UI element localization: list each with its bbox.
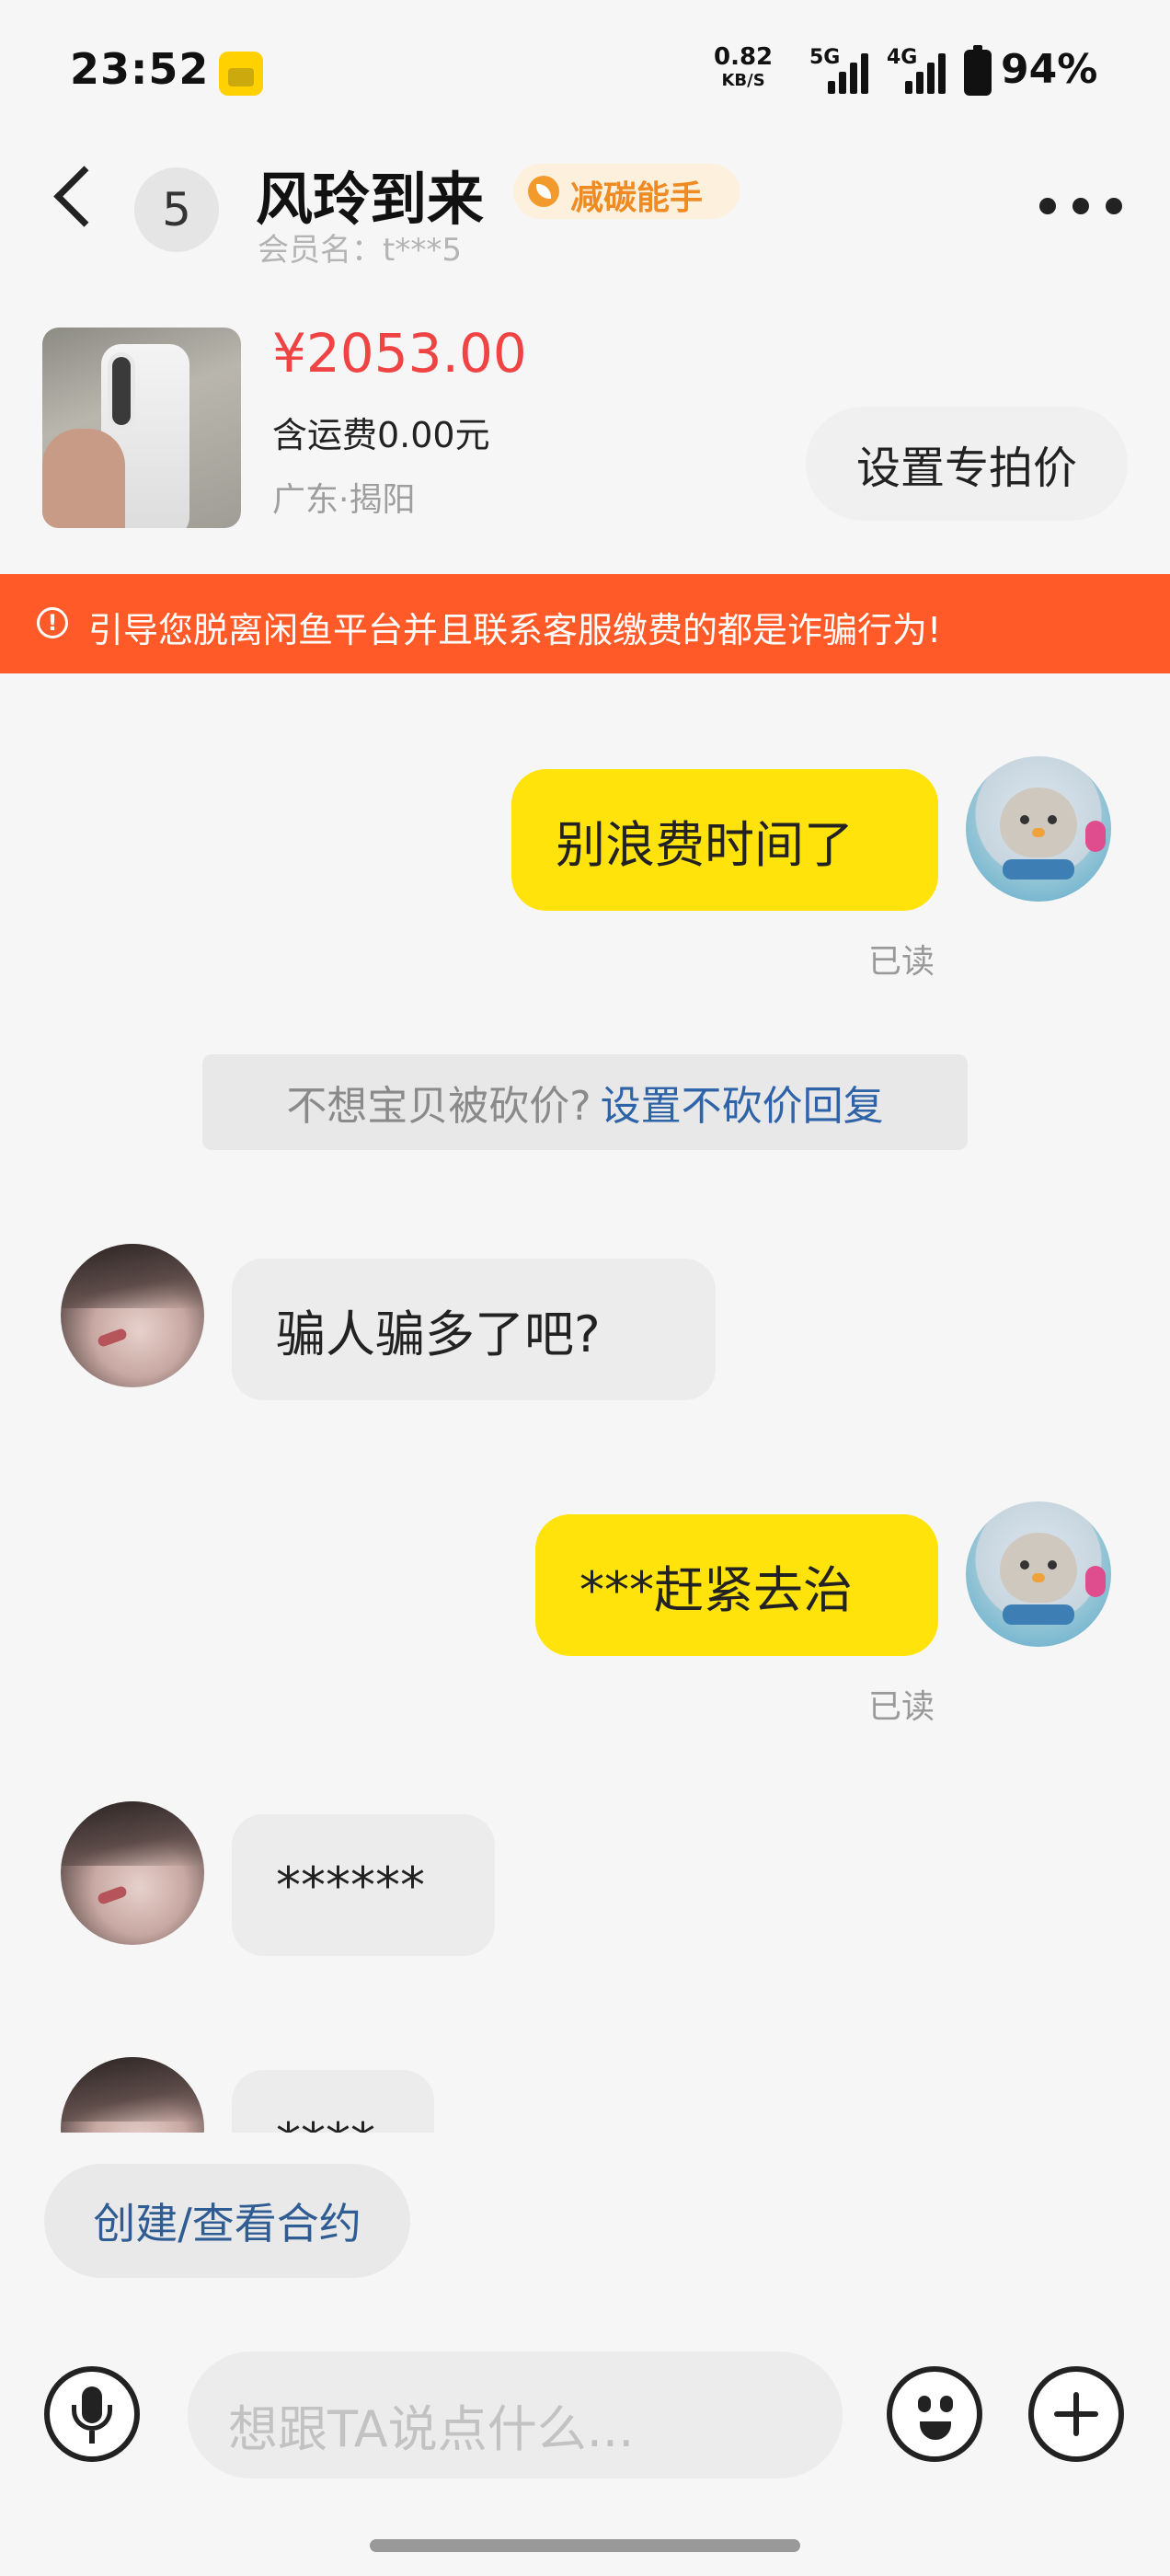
warning-icon: !: [37, 607, 68, 638]
chat-title: 风玲到来: [256, 166, 485, 233]
message-input[interactable]: 想跟TA说点什么...: [188, 2352, 843, 2478]
read-status: 已读: [868, 943, 935, 981]
network-speed-unit: KB/S: [721, 71, 765, 90]
emoji-icon[interactable]: [887, 2366, 982, 2462]
mic-icon[interactable]: [44, 2366, 140, 2462]
message-bubble-mine[interactable]: ***赶紧去治: [535, 1514, 938, 1656]
product-location: 广东·揭阳: [272, 481, 416, 519]
other-user-avatar[interactable]: [61, 1244, 204, 1387]
signal-4g-icon: [901, 52, 946, 94]
network-speed: 0.82 KB/S: [714, 43, 774, 92]
other-user-avatar[interactable]: [61, 1801, 204, 1945]
contract-button[interactable]: 创建/查看合约: [44, 2164, 410, 2278]
battery-percent: 94%: [1001, 46, 1098, 93]
product-price: ¥2053.00: [272, 322, 527, 385]
status-time: 23:52: [70, 44, 210, 94]
app-notification-icon: [219, 52, 263, 96]
product-image[interactable]: [42, 328, 241, 528]
message-bubble-mine[interactable]: 别浪费时间了: [511, 769, 938, 911]
signal-5g-icon: [824, 52, 868, 94]
back-chevron-icon[interactable]: [53, 166, 115, 227]
set-no-bargain-reply-link[interactable]: 设置不砍价回复: [601, 1073, 884, 1132]
bargain-tip-text: 不想宝贝被砍价?: [286, 1083, 591, 1130]
product-shipping: 含运费0.00元: [272, 415, 490, 455]
more-dots-icon[interactable]: [1039, 198, 1126, 216]
fraud-warning-banner: ! 引导您脱离闲鱼平台并且联系客服缴费的都是诈骗行为!: [0, 574, 1170, 673]
my-avatar[interactable]: [966, 1501, 1111, 1647]
home-indicator[interactable]: [370, 2539, 800, 2552]
message-bubble-theirs[interactable]: 骗人骗多了吧?: [232, 1259, 716, 1400]
battery-icon: [964, 50, 992, 96]
member-name: 会员名：t***5: [258, 232, 462, 269]
message-input-placeholder: 想跟TA说点什么...: [228, 2400, 635, 2458]
eco-leaf-icon: [528, 176, 559, 207]
network-speed-value: 0.82: [714, 43, 774, 71]
eco-badge-label: 减碳能手: [570, 179, 704, 217]
read-status: 已读: [868, 1688, 935, 1726]
set-special-price-button[interactable]: 设置专拍价: [806, 407, 1128, 521]
warning-text: 引导您脱离闲鱼平台并且联系客服缴费的都是诈骗行为!: [88, 610, 942, 650]
bargain-tip: 不想宝贝被砍价? 设置不砍价回复: [202, 1054, 968, 1150]
eco-badge[interactable]: 减碳能手: [513, 164, 740, 219]
plus-icon[interactable]: [1028, 2366, 1124, 2462]
unread-count-badge[interactable]: 5: [134, 167, 219, 252]
message-bubble-theirs[interactable]: ******: [232, 1814, 495, 1956]
my-avatar[interactable]: [966, 756, 1111, 902]
